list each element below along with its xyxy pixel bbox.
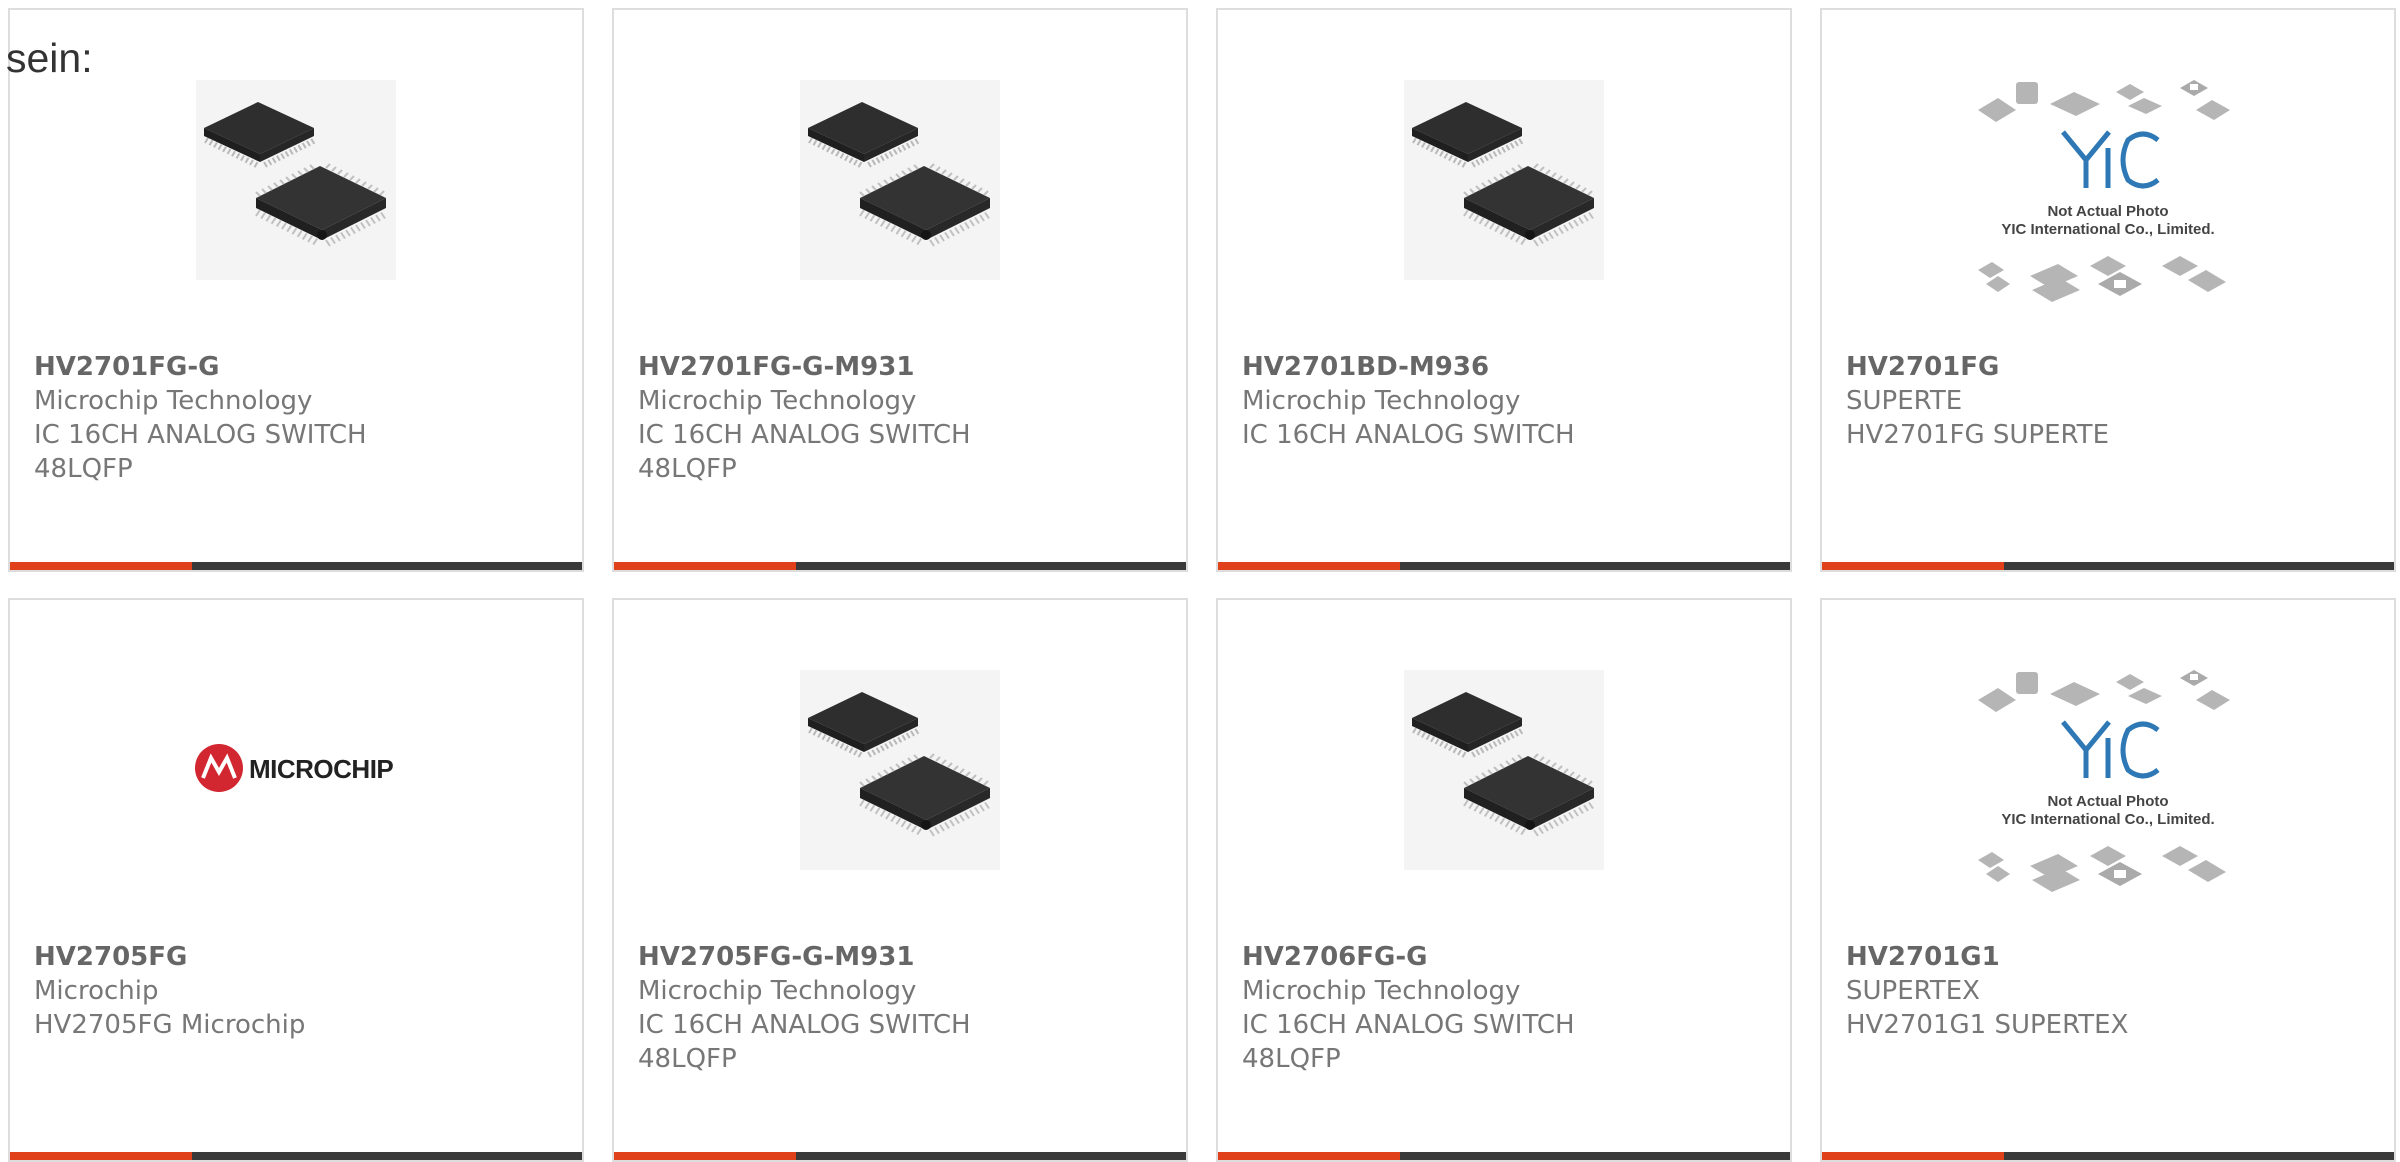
product-manufacturer: Microchip Technology (638, 386, 917, 416)
product-manufacturer: Microchip Technology (1242, 976, 1521, 1006)
card-accent-bar (10, 1152, 192, 1160)
product-card[interactable]: HV2701FG-G Microchip Technology IC 16CH AN… (8, 8, 584, 572)
product-part-number[interactable]: HV2701G1 (1846, 940, 2370, 974)
card-bottom-bar (1218, 1152, 1790, 1160)
product-manufacturer: Microchip Technology (34, 386, 313, 416)
product-thumbnail[interactable] (614, 670, 1186, 930)
card-accent-bar (1218, 1152, 1400, 1160)
product-manufacturer: Microchip Technology (1242, 386, 1521, 416)
product-part-number[interactable]: HV2701FG (1846, 350, 2370, 384)
product-description: IC 16CH ANALOG SWITCH (34, 420, 367, 450)
product-card[interactable]: Not Actual Photo YIC International Co., … (1820, 8, 2396, 572)
not-actual-photo-text: Not Actual Photo (2047, 793, 2168, 810)
yic-placeholder-image: Not Actual Photo YIC International Co., … (1978, 670, 2230, 892)
card-accent-bar (1218, 562, 1400, 570)
product-thumbnail[interactable]: MICROCHIP (10, 670, 582, 930)
card-accent-bar (1822, 562, 2004, 570)
product-manufacturer: SUPERTE (1846, 386, 1963, 416)
product-part-number[interactable]: HV2701FG-G (34, 350, 558, 384)
product-manufacturer: Microchip (34, 976, 159, 1006)
card-accent-bar (1822, 1152, 2004, 1160)
product-description: 48LQFP (638, 1044, 737, 1074)
product-info: HV2701BD-M936 Microchip Technology IC 16CH… (1242, 350, 1766, 452)
product-description: 48LQFP (34, 454, 133, 484)
yic-company-text: YIC International Co., Limited. (2001, 221, 2214, 238)
product-thumbnail[interactable] (614, 80, 1186, 340)
product-thumbnail[interactable]: Not Actual Photo YIC International Co., … (1822, 670, 2394, 930)
card-bottom-bar (10, 562, 582, 570)
not-actual-photo-text: Not Actual Photo (2047, 203, 2168, 220)
qfp-chip-image (1404, 80, 1604, 280)
product-part-number[interactable]: HV2701BD-M936 (1242, 350, 1766, 384)
product-description: HV2705FG Microchip (34, 1010, 306, 1040)
card-bottom-bar (1218, 562, 1790, 570)
product-manufacturer: SUPERTEX (1846, 976, 1980, 1006)
card-bottom-bar (1822, 1152, 2394, 1160)
product-info: HV2706FG-G Microchip Technology IC 16CH AN… (1242, 940, 1766, 1076)
card-accent-bar (614, 1152, 796, 1160)
product-part-number[interactable]: HV2705FG (34, 940, 558, 974)
product-thumbnail[interactable] (10, 80, 582, 340)
product-info: HV2701FG-G Microchip Technology IC 16CH AN… (34, 350, 558, 486)
product-description: IC 16CH ANALOG SWITCH (1242, 1010, 1575, 1040)
product-description: 48LQFP (1242, 1044, 1341, 1074)
card-accent-bar (614, 562, 796, 570)
qfp-chip-image (800, 80, 1000, 280)
product-description: HV2701FG SUPERTE (1846, 420, 2109, 450)
microchip-logo-text: MICROCHIP (249, 754, 393, 784)
product-card[interactable]: HV2701FG-G-M931 Microchip Technology IC 16… (612, 8, 1188, 572)
product-part-number[interactable]: HV2705FG-G-M931 (638, 940, 1162, 974)
product-card[interactable]: HV2706FG-G Microchip Technology IC 16CH AN… (1216, 598, 1792, 1162)
card-bottom-bar (10, 1152, 582, 1160)
product-description: IC 16CH ANALOG SWITCH (638, 420, 971, 450)
product-thumbnail[interactable] (1218, 80, 1790, 340)
product-thumbnail[interactable]: Not Actual Photo YIC International Co., … (1822, 80, 2394, 340)
qfp-chip-image (196, 80, 396, 280)
card-accent-bar (10, 562, 192, 570)
product-card[interactable]: HV2705FG-G-M931 Microchip Technology IC 16… (612, 598, 1188, 1162)
product-info: HV2701G1 SUPERTEX HV2701G1 SUPERTEX (1846, 940, 2370, 1042)
product-card[interactable]: HV2701BD-M936 Microchip Technology IC 16CH… (1216, 8, 1792, 572)
yic-company-text: YIC International Co., Limited. (2001, 811, 2214, 828)
product-info: HV2705FG-G-M931 Microchip Technology IC 16… (638, 940, 1162, 1076)
product-card[interactable]: MICROCHIP HV2705FG Microchip HV2705FG Micr… (8, 598, 584, 1162)
card-bottom-bar (1822, 562, 2394, 570)
product-info: HV2701FG SUPERTE HV2701FG SUPERTE (1846, 350, 2370, 452)
product-description: HV2701G1 SUPERTEX (1846, 1010, 2129, 1040)
product-info: HV2705FG Microchip HV2705FG Microchip (34, 940, 558, 1042)
card-bottom-bar (614, 1152, 1186, 1160)
card-bottom-bar (614, 562, 1186, 570)
product-card[interactable]: Not Actual Photo YIC International Co., … (1820, 598, 2396, 1162)
product-info: HV2701FG-G-M931 Microchip Technology IC 16… (638, 350, 1162, 486)
product-part-number[interactable]: HV2701FG-G-M931 (638, 350, 1162, 384)
product-description: IC 16CH ANALOG SWITCH (1242, 420, 1575, 450)
microchip-logo-image: MICROCHIP (195, 744, 394, 792)
product-manufacturer: Microchip Technology (638, 976, 917, 1006)
qfp-chip-image (800, 670, 1000, 870)
product-description: 48LQFP (638, 454, 737, 484)
product-part-number[interactable]: HV2706FG-G (1242, 940, 1766, 974)
yic-placeholder-image: Not Actual Photo YIC International Co., … (1978, 80, 2230, 302)
product-thumbnail[interactable] (1218, 670, 1790, 930)
product-grid: HV2701FG-G Microchip Technology IC 16CH AN… (8, 8, 2400, 1162)
page-heading: sein: (6, 35, 93, 81)
qfp-chip-image (1404, 670, 1604, 870)
product-description: IC 16CH ANALOG SWITCH (638, 1010, 971, 1040)
